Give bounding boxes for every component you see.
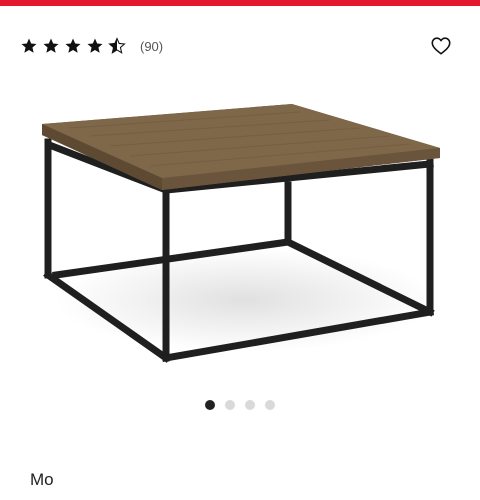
star-filled-icon — [43, 38, 59, 53]
rating-stars — [20, 37, 126, 55]
product-image[interactable] — [0, 90, 480, 380]
star-filled-icon — [21, 38, 37, 53]
gallery-dot-3[interactable] — [245, 400, 255, 410]
star-half-icon — [108, 37, 126, 54]
gallery-dot-2[interactable] — [225, 400, 235, 410]
gallery-dot-1[interactable] — [205, 400, 215, 410]
table-top — [42, 104, 440, 190]
top-accent-bar — [0, 0, 480, 6]
gallery-dot-4[interactable] — [265, 400, 275, 410]
star-filled-icon — [87, 38, 103, 53]
review-count[interactable]: (90) — [140, 39, 163, 54]
rating-row[interactable]: (90) — [20, 36, 163, 56]
heart-outline-icon[interactable] — [430, 35, 452, 57]
star-filled-icon — [65, 38, 81, 53]
product-description: Mo — [30, 470, 54, 489]
gallery-pagination — [205, 400, 275, 410]
